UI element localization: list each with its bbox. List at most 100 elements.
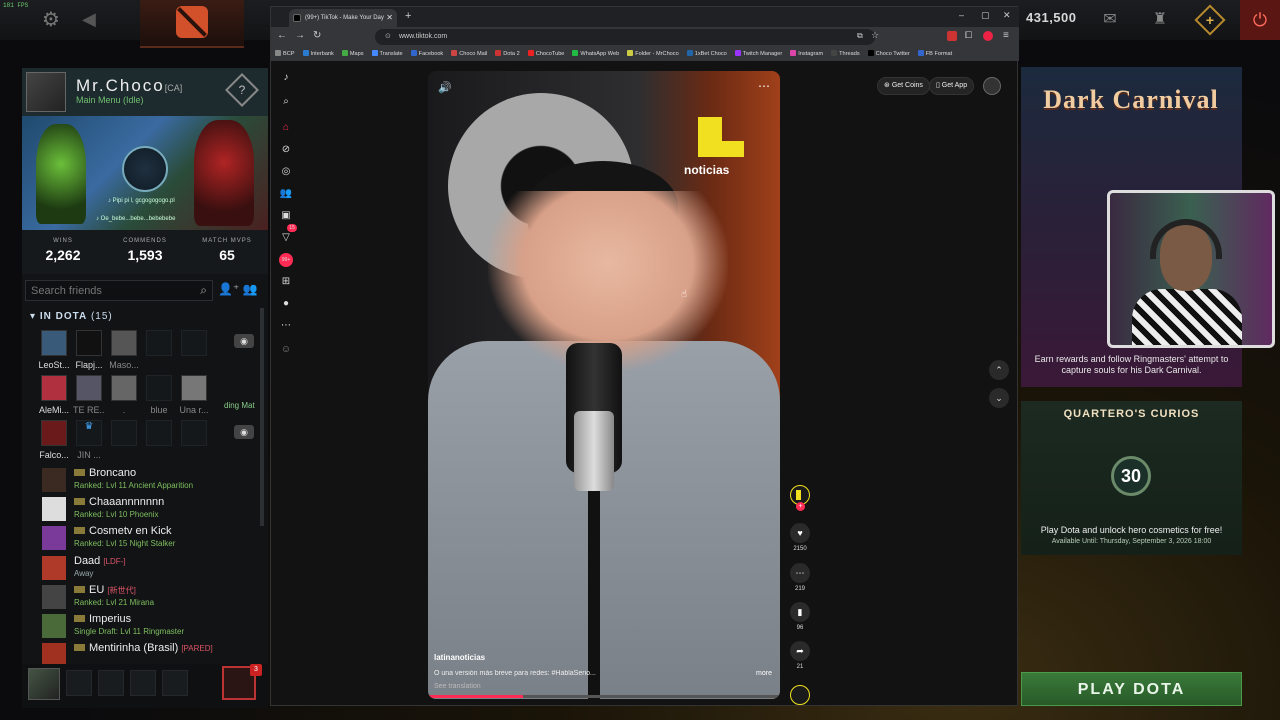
friend-row[interactable]: Cosmetv en Kick Ranked: Lvl 15 Night Sta… — [42, 524, 262, 552]
spectate-eye-icon[interactable]: ◉ — [234, 425, 254, 439]
previous-video-chevron-up-icon[interactable]: ⌃ — [989, 360, 1009, 380]
friend-row[interactable]: EU [新世代] Ranked: Lvl 21 Mirana — [42, 583, 262, 611]
friend-tile[interactable]: AleMi... — [38, 375, 70, 415]
bookmark-item[interactable]: Instagram — [790, 47, 823, 61]
friend-row[interactable]: Imperius Single Draft: Lvl 11 Ringmaster — [42, 612, 262, 640]
browser-menu-icon[interactable]: ≡ — [1003, 30, 1009, 41]
armory-icon[interactable]: ♜ — [1148, 9, 1172, 31]
quit-power-button[interactable]: ⏻ — [1240, 0, 1280, 40]
close-window-icon[interactable]: ✕ — [1003, 10, 1011, 21]
video-author[interactable]: latinanoticias — [434, 653, 485, 662]
site-info-icon[interactable]: ⊙ — [385, 29, 391, 45]
comment-button[interactable]: ⋯ 219 — [786, 563, 814, 592]
forward-icon[interactable]: → — [295, 30, 305, 41]
party-slot[interactable] — [98, 670, 124, 696]
tiktok-logo-icon[interactable]: ♪ — [279, 71, 293, 85]
party-slot[interactable] — [162, 670, 188, 696]
friend-tile[interactable]: blue — [143, 375, 175, 415]
profile-avatar[interactable] — [26, 72, 66, 112]
friend-tile[interactable]: Falco... — [38, 420, 70, 460]
install-app-icon[interactable]: ⧉ — [857, 31, 863, 41]
home-icon[interactable]: ⌂ — [279, 121, 293, 135]
bookmark-item[interactable]: Threads — [831, 47, 860, 61]
video-player[interactable]: noticias 🔊 ⋯ latinanoticias O una versió… — [428, 71, 780, 699]
bookmark-item[interactable]: Folder - MrChoco — [627, 47, 679, 61]
friend-row[interactable]: Daad [LDF-] Away — [42, 554, 262, 582]
creator-avatar-icon[interactable]: ☺ — [279, 343, 293, 357]
spectate-eye-icon[interactable]: ◉ — [234, 334, 254, 348]
profile-hero-showcase[interactable]: ♪ Pipi pi l, gcgogogogo.pl ♪ Oe_bebe...b… — [22, 116, 268, 230]
plus-subscription-button[interactable]: + — [1194, 4, 1226, 36]
party-slot[interactable] — [66, 670, 92, 696]
friend-row[interactable]: Broncano Ranked: Lvl 11 Ancient Appariti… — [42, 466, 262, 494]
friend-row[interactable]: Chaaannnnnnn Ranked: Lvl 10 Phoenix — [42, 495, 262, 523]
live-icon[interactable]: ▣ — [279, 209, 293, 223]
bookmark-star-icon[interactable]: ☆ — [871, 30, 879, 41]
friend-tile[interactable]: ♛ JIN ... — [73, 420, 105, 460]
bookmark-item[interactable]: ChocoTube — [527, 47, 564, 61]
bookmark-item[interactable]: WhatsApp Web — [572, 47, 619, 61]
bookmark-item[interactable]: Choco Mail — [451, 47, 487, 61]
see-translation-link[interactable]: See translation — [434, 683, 481, 690]
sound-disc-icon[interactable] — [790, 685, 810, 705]
friend-tile[interactable]: Maso... — [108, 330, 140, 370]
party-slot[interactable] — [130, 670, 156, 696]
back-icon[interactable]: ← — [277, 30, 287, 41]
next-video-chevron-down-icon[interactable]: ⌄ — [989, 388, 1009, 408]
inbox-badge-icon[interactable]: 99+ — [279, 253, 293, 267]
bookmark-item[interactable]: BCP — [275, 47, 295, 61]
following-icon[interactable]: ◎ — [279, 165, 293, 179]
bookmark-item[interactable]: FB Format — [917, 47, 952, 61]
save-button[interactable]: ▮ 96 — [786, 602, 814, 631]
in-dota-header[interactable]: ▾ IN DOTA (15) — [30, 311, 113, 322]
bookmark-item[interactable]: Maps — [341, 47, 364, 61]
profile-header[interactable]: Mr.Choco[CA] Main Menu (Idle) ? — [22, 68, 268, 116]
bookmark-item[interactable]: Facebook — [410, 47, 443, 61]
maximize-icon[interactable]: ▢ — [981, 10, 990, 21]
video-progress-bar[interactable] — [428, 695, 780, 698]
like-button[interactable]: ♥ 2150 — [786, 523, 814, 552]
upload-icon[interactable]: ⊞ — [279, 275, 293, 289]
get-coins-button[interactable]: ⊛ Get Coins — [877, 77, 930, 95]
close-tab-icon[interactable]: ✕ — [386, 9, 393, 27]
friend-tile[interactable]: LeoSt... — [38, 330, 70, 370]
volume-icon[interactable]: 🔊 — [438, 81, 452, 94]
friends-scrollbar[interactable] — [260, 308, 264, 526]
more-options-icon[interactable]: ⋯ — [758, 79, 770, 93]
mail-icon[interactable]: ✉ — [1098, 9, 1122, 31]
rank-badge[interactable]: ? — [225, 73, 259, 107]
user-avatar[interactable] — [983, 77, 1001, 95]
share-button[interactable]: ➦ 21 — [786, 641, 814, 670]
search-icon[interactable]: ⌕ — [200, 283, 207, 298]
quarteros-curios-promo[interactable]: QUARTERO'S CURIOS 30 Play Dota and unloc… — [1021, 401, 1242, 555]
bookmark-item[interactable]: Twitch Manager — [734, 47, 782, 61]
tab-tiktok[interactable]: (99+) TikTok - Make Your Day ✕ — [289, 9, 397, 27]
minimize-icon[interactable]: – — [959, 10, 964, 20]
bookmark-item[interactable]: Dota 2 — [495, 47, 520, 61]
profile-icon[interactable] — [983, 31, 993, 41]
dota-logo[interactable] — [140, 0, 244, 48]
settings-gear-icon[interactable]: ⚙ — [40, 9, 62, 31]
activity-icon[interactable]: ▽ — [279, 231, 293, 245]
explore-compass-icon[interactable]: ⊘ — [279, 143, 293, 157]
friend-tile[interactable]: Una r... — [178, 375, 210, 415]
bookmark-item[interactable]: 1xBet Choco — [686, 47, 727, 61]
search-icon[interactable]: ⌕ — [279, 95, 293, 109]
more-menu-icon[interactable]: ⋯ — [279, 319, 293, 333]
address-bar[interactable]: ⊙ www.tiktok.com — [375, 29, 875, 45]
bookmark-item[interactable]: Interbank — [302, 47, 334, 61]
party-self-avatar[interactable] — [28, 668, 60, 700]
get-app-button[interactable]: ▯ Get App — [929, 77, 975, 95]
new-tab-icon[interactable]: + — [405, 10, 411, 22]
friends-search-input[interactable] — [26, 281, 186, 301]
friend-tile[interactable]: TE RE... — [73, 375, 105, 415]
reload-icon[interactable]: ↻ — [313, 30, 321, 41]
friends-icon[interactable]: 👥 — [279, 187, 293, 201]
bookmark-item[interactable]: Choco Twitter — [867, 47, 910, 61]
friend-tile[interactable]: . — [108, 375, 140, 415]
bookmark-item[interactable]: Translate — [371, 47, 403, 61]
caption-more-link[interactable]: more — [756, 670, 772, 677]
extensions-puzzle-icon[interactable]: ⧠ — [965, 30, 972, 41]
extension-icon[interactable] — [947, 31, 957, 41]
play-dota-button[interactable]: PLAY DOTA — [1021, 672, 1242, 706]
